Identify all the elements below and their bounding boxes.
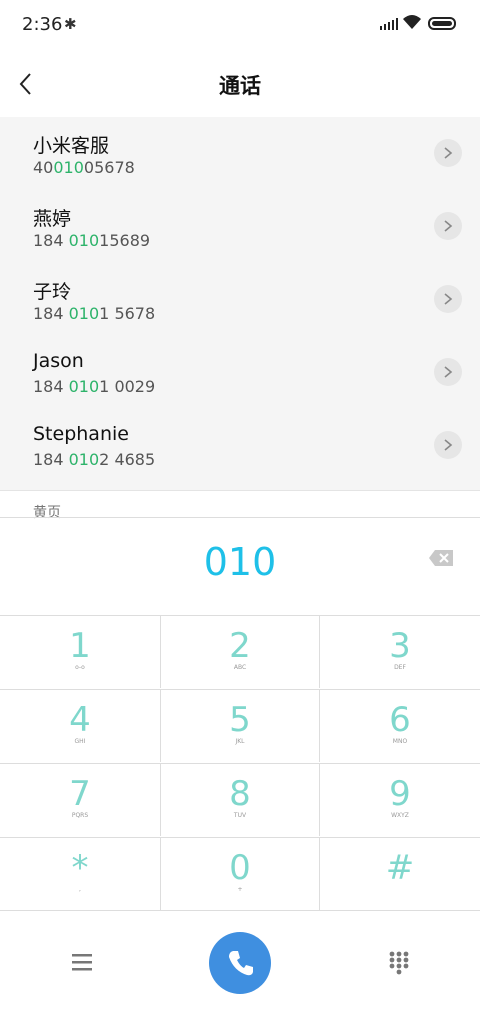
key-8[interactable]: 8 TUV xyxy=(160,763,320,836)
call-button[interactable] xyxy=(209,932,271,994)
header: 通话 xyxy=(0,52,480,116)
key-0[interactable]: 0 + xyxy=(160,837,320,910)
contact-name: 子玲 xyxy=(33,281,72,303)
key-hash[interactable]: # xyxy=(320,837,480,910)
contact-row[interactable]: 小米客服 4001005678 xyxy=(0,117,480,190)
chevron-right-icon xyxy=(444,439,453,451)
menu-icon[interactable] xyxy=(72,953,92,971)
contact-row[interactable]: Jason 184 0101 0029 xyxy=(0,336,480,409)
chevron-right-icon xyxy=(444,293,453,305)
chevron-right-icon xyxy=(444,366,453,378)
yellow-pages-section: 黄页 xyxy=(0,490,480,521)
status-time: 2:36 xyxy=(22,14,63,35)
key-6[interactable]: 6 MNO xyxy=(320,689,480,762)
page-title: 通话 xyxy=(219,74,261,98)
dial-display: 010 xyxy=(0,517,480,616)
chevron-right-icon xyxy=(444,147,453,159)
bluetooth-icon: ✱ xyxy=(64,15,77,33)
dialed-number: 010 xyxy=(203,540,277,584)
contact-detail-button[interactable] xyxy=(434,431,462,459)
status-bar: 2:36 ✱ xyxy=(0,0,480,52)
key-7[interactable]: 7 PQRS xyxy=(0,763,160,836)
contact-number: 184 01015689 xyxy=(33,231,151,250)
wifi-icon xyxy=(403,15,421,29)
contact-number: 184 0101 0029 xyxy=(33,377,156,396)
phone-icon xyxy=(229,951,253,976)
dialer-action-bar xyxy=(0,910,480,1014)
key-5[interactable]: 5 JKL xyxy=(160,689,320,762)
contact-detail-button[interactable] xyxy=(434,358,462,386)
contact-match-list: 小米客服 4001005678 燕婷 184 01015689 子玲 184 0… xyxy=(0,117,480,490)
contact-detail-button[interactable] xyxy=(434,139,462,167)
contact-number: 184 0102 4685 xyxy=(33,450,156,469)
contact-name: 燕婷 xyxy=(33,208,72,230)
contact-name: Stephanie xyxy=(33,423,129,445)
key-2[interactable]: 2 ABC xyxy=(160,615,320,688)
key-9[interactable]: 9 WXYZ xyxy=(320,763,480,836)
contact-detail-button[interactable] xyxy=(434,285,462,313)
dial-keypad: 1 o-o 2 ABC 3 DEF 4 GHI 5 JKL 6 MNO 7 PQRS 8 TUV… xyxy=(0,615,480,910)
contact-number: 184 0101 5678 xyxy=(33,304,156,323)
battery-icon xyxy=(428,17,456,30)
contact-name: Jason xyxy=(33,350,84,372)
contact-row[interactable]: 子玲 184 0101 5678 xyxy=(0,263,480,336)
key-4[interactable]: 4 GHI xyxy=(0,689,160,762)
key-3[interactable]: 3 DEF xyxy=(320,615,480,688)
contact-number: 4001005678 xyxy=(33,158,135,177)
key-1[interactable]: 1 o-o xyxy=(0,615,160,688)
chevron-right-icon xyxy=(444,220,453,232)
contact-row[interactable]: Stephanie 184 0102 4685 xyxy=(0,409,480,482)
contact-row[interactable]: 燕婷 184 01015689 xyxy=(0,190,480,263)
key-star[interactable]: *, xyxy=(0,837,160,910)
signal-icon xyxy=(380,18,398,30)
contact-name: 小米客服 xyxy=(33,135,110,157)
backspace-icon[interactable] xyxy=(428,549,454,567)
keypad-toggle-icon[interactable] xyxy=(389,951,409,975)
contact-detail-button[interactable] xyxy=(434,212,462,240)
